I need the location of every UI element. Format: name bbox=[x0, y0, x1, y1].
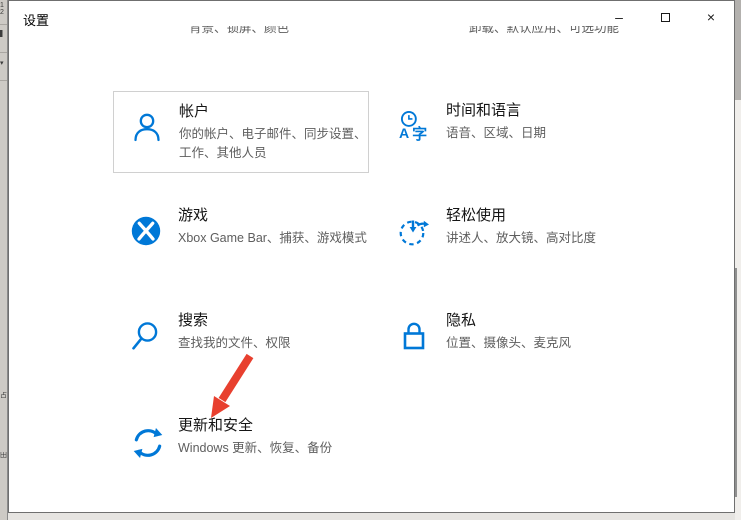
settings-item-subtitle: Xbox Game Bar、捕获、游戏模式 bbox=[178, 229, 370, 248]
settings-item-1[interactable]: 帐户 你的帐户、电子邮件、同步设置、工作、其他人员 bbox=[113, 91, 369, 173]
settings-item-subtitle: 你的帐户、电子邮件、同步设置、工作、其他人员 bbox=[179, 125, 371, 163]
settings-item-title: 轻松使用 bbox=[446, 206, 638, 226]
settings-item-title: 时间和语言 bbox=[446, 101, 638, 121]
minimize-icon: – bbox=[615, 9, 623, 25]
settings-item-5[interactable]: 搜索 查找我的文件、权限 bbox=[113, 301, 369, 383]
settings-item-7[interactable]: 更新和安全 Windows 更新、恢复、备份 bbox=[113, 406, 369, 488]
close-icon: × bbox=[707, 9, 715, 25]
settings-item-subtitle: 讲述人、放大镜、高对比度 bbox=[446, 229, 638, 248]
settings-item-title: 帐户 bbox=[179, 102, 371, 122]
svg-text:A: A bbox=[399, 125, 409, 141]
scrolled-item-subtitle-fragment: 背景、锁屏、颜色 bbox=[189, 26, 289, 35]
settings-item-subtitle: 查找我的文件、权限 bbox=[178, 334, 370, 353]
sync-icon bbox=[130, 425, 164, 459]
settings-item-subtitle: 位置、摄像头、麦克风 bbox=[446, 334, 638, 353]
titlebar: 设置 – × bbox=[9, 1, 734, 37]
scrolled-item-subtitle-fragment: 卸载、默认应用、可选功能 bbox=[469, 26, 619, 35]
settings-window: 设置 – × 背景、锁屏、颜色 卸载、默认应用、可选功能 bbox=[8, 0, 735, 513]
settings-item-subtitle: Windows 更新、恢复、备份 bbox=[178, 439, 370, 458]
background-app-left-edge: 12 ▌ ▾ 占 田 bbox=[0, 0, 8, 520]
maximize-button[interactable] bbox=[642, 1, 688, 33]
desktop: 12 ▌ ▾ 占 田 设置 – × bbox=[0, 0, 741, 520]
left-edge-mark: 占 bbox=[0, 392, 8, 399]
settings-item-6[interactable]: 隐私 位置、摄像头、麦克风 bbox=[381, 301, 637, 383]
time-language-icon: A 字 bbox=[398, 110, 432, 144]
window-title: 设置 bbox=[23, 10, 49, 29]
settings-item-title: 更新和安全 bbox=[178, 416, 370, 436]
settings-item-title: 游戏 bbox=[178, 206, 370, 226]
settings-item-title: 隐私 bbox=[446, 311, 638, 331]
person-icon bbox=[131, 111, 165, 145]
svg-text:字: 字 bbox=[412, 125, 427, 142]
left-edge-mark: 田 bbox=[0, 452, 8, 459]
background-scrollbar bbox=[735, 268, 737, 497]
left-edge-mark: 12 bbox=[0, 2, 8, 16]
lock-icon bbox=[398, 320, 432, 354]
search-icon bbox=[130, 320, 164, 354]
background-app-right-block bbox=[735, 0, 741, 100]
settings-item-2[interactable]: A 字 时间和语言 语音、区域、日期 bbox=[381, 91, 637, 173]
settings-item-title: 搜索 bbox=[178, 311, 370, 331]
settings-item-4[interactable]: 轻松使用 讲述人、放大镜、高对比度 bbox=[381, 196, 637, 278]
left-edge-mark: ▌ bbox=[0, 30, 8, 37]
left-edge-mark: ▾ bbox=[0, 60, 8, 67]
settings-item-3[interactable]: 游戏 Xbox Game Bar、捕获、游戏模式 bbox=[113, 196, 369, 278]
settings-item-subtitle: 语音、区域、日期 bbox=[446, 124, 638, 143]
close-button[interactable]: × bbox=[688, 1, 734, 33]
ease-of-access-icon bbox=[398, 215, 432, 249]
xbox-icon bbox=[130, 215, 164, 249]
maximize-icon bbox=[661, 13, 670, 22]
